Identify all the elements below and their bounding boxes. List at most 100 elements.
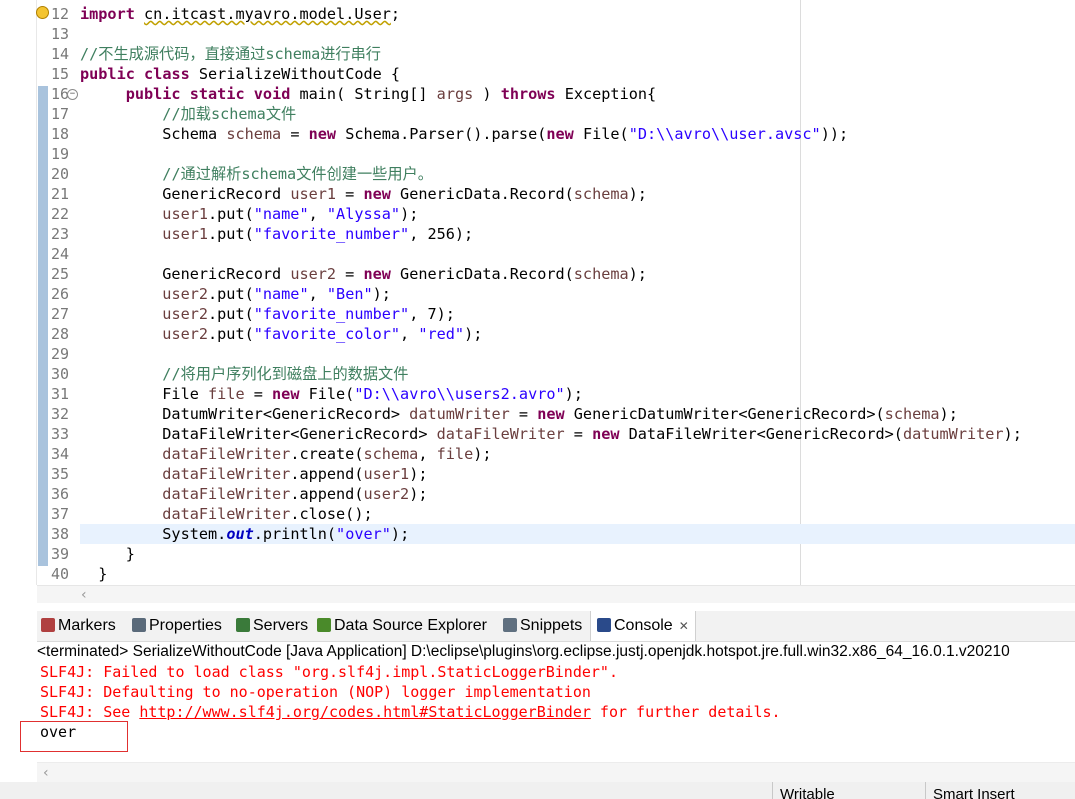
code-text: //将用户序列化到磁盘上的数据文件: [162, 365, 409, 383]
line-number: 30: [50, 365, 69, 383]
tab-data-source-explorer[interactable]: Data Source Explorer: [317, 611, 487, 641]
code-line[interactable]: 30 //将用户序列化到磁盘上的数据文件: [0, 364, 1075, 384]
code-text: //不生成源代码，直接通过schema进行串行: [80, 45, 381, 63]
code-line[interactable]: 18 Schema schema = new Schema.Parser().p…: [0, 124, 1075, 144]
code-text: System.out.println("over");: [80, 525, 410, 543]
code-text: user2.put("favorite_color", "red");: [162, 325, 483, 343]
code-line[interactable]: 37 dataFileWriter.close();: [0, 504, 1075, 524]
scroll-left-icon[interactable]: ‹: [43, 763, 49, 783]
code-line[interactable]: 24: [0, 244, 1075, 264]
code-line[interactable]: 19: [0, 144, 1075, 164]
code-line[interactable]: 20 //通过解析schema文件创建一些用户。: [0, 164, 1075, 184]
code-line[interactable]: 38 System.out.println("over");: [51, 524, 1075, 544]
code-line[interactable]: 26 user2.put("name", "Ben");: [0, 284, 1075, 304]
code-line[interactable]: 16 public static void main( String[] arg…: [0, 84, 1075, 104]
line-number: 26: [50, 285, 69, 303]
code-line[interactable]: 28 user2.put("favorite_color", "red");: [0, 324, 1075, 344]
code-text: import cn.itcast.myavro.model.User;: [80, 5, 401, 23]
tab-label: Servers: [253, 617, 309, 634]
tab-properties[interactable]: Properties: [132, 611, 222, 641]
code-text: public class SerializeWithoutCode {: [80, 65, 401, 83]
tab-console[interactable]: Console ✕: [590, 611, 696, 641]
bottom-panel-tabs: Markers Properties Servers Data Source Expl…: [37, 611, 1075, 642]
tab-label: Data Source Explorer: [334, 617, 487, 634]
code-line[interactable]: 36 dataFileWriter.append(user2);: [0, 484, 1075, 504]
line-number: 15: [50, 65, 69, 83]
status-insert-mode: Smart Insert: [925, 782, 1075, 799]
line-number: 24: [50, 245, 69, 263]
code-line[interactable]: 31 File file = new File("D:\\avro\\users…: [0, 384, 1075, 404]
line-number: 40: [50, 565, 69, 583]
data-source-icon: [317, 618, 331, 632]
line-number: 35: [50, 465, 69, 483]
code-text: public static void main( String[] args )…: [125, 85, 657, 103]
code-text: user1.put("name", "Alyssa");: [162, 205, 419, 223]
code-text: dataFileWriter.close();: [162, 505, 373, 523]
code-line[interactable]: 23 user1.put("favorite_number", 256);: [0, 224, 1075, 244]
editor-horizontal-scrollbar[interactable]: ‹: [37, 585, 1075, 604]
code-line[interactable]: 15 public class SerializeWithoutCode {: [0, 64, 1075, 84]
tab-markers[interactable]: Markers: [41, 611, 116, 641]
console-icon: [597, 618, 611, 632]
code-text: dataFileWriter.append(user2);: [162, 485, 428, 503]
line-number: 21: [50, 185, 69, 203]
scroll-left-icon[interactable]: ‹: [81, 586, 87, 604]
tab-label: Snippets: [520, 617, 583, 634]
fold-collapse-icon[interactable]: −: [67, 89, 78, 100]
line-number: 22: [50, 205, 69, 223]
code-line[interactable]: 33 DataFileWriter<GenericRecord> dataFil…: [0, 424, 1075, 444]
code-text: DataFileWriter<GenericRecord> dataFileWr…: [80, 425, 1022, 443]
code-editor[interactable]: 12 import cn.itcast.myavro.model.User; 13 1…: [0, 0, 1075, 585]
code-line[interactable]: 12 import cn.itcast.myavro.model.User;: [0, 4, 1075, 24]
code-text: File file = new File("D:\\avro\\users2.a…: [80, 385, 583, 403]
console-error-line: SLF4J: Failed to load class "org.slf4j.i…: [40, 663, 618, 681]
line-number: 34: [50, 445, 69, 463]
line-number: 13: [50, 25, 69, 43]
close-icon[interactable]: ✕: [679, 619, 689, 633]
code-line[interactable]: 29: [0, 344, 1075, 364]
warning-icon[interactable]: [36, 6, 49, 19]
code-text: GenericRecord user2 = new GenericData.Re…: [80, 265, 647, 283]
status-writable: Writable: [772, 782, 925, 799]
console-error-suffix: for further details.: [590, 703, 781, 721]
console-horizontal-scrollbar[interactable]: ‹: [37, 762, 1075, 783]
code-line[interactable]: 34 dataFileWriter.create(schema, file);: [0, 444, 1075, 464]
code-line[interactable]: 17 //加载schema文件: [0, 104, 1075, 124]
markers-icon: [41, 618, 55, 632]
line-number: 36: [50, 485, 69, 503]
code-line[interactable]: 14 //不生成源代码，直接通过schema进行串行: [0, 44, 1075, 64]
code-line[interactable]: 40 }: [0, 564, 1075, 584]
line-number: 33: [50, 425, 69, 443]
slf4j-link[interactable]: http://www.slf4j.org/codes.html#StaticLo…: [139, 703, 591, 721]
line-number: 32: [50, 405, 69, 423]
code-line[interactable]: 21 GenericRecord user1 = new GenericData…: [0, 184, 1075, 204]
servers-icon: [236, 618, 250, 632]
console-process-header: <terminated> SerializeWithoutCode [Java …: [37, 642, 1075, 662]
line-number: 12: [50, 5, 69, 23]
code-line[interactable]: 25 GenericRecord user2 = new GenericData…: [0, 264, 1075, 284]
code-line[interactable]: 22 user1.put("name", "Alyssa");: [0, 204, 1075, 224]
code-line[interactable]: 27 user2.put("favorite_number", 7);: [0, 304, 1075, 324]
line-number: 25: [50, 265, 69, 283]
code-line[interactable]: 13: [0, 24, 1075, 44]
line-number: 29: [50, 345, 69, 363]
status-bar: Writable Smart Insert: [0, 782, 1075, 799]
code-line[interactable]: 32 DatumWriter<GenericRecord> datumWrite…: [0, 404, 1075, 424]
panel-sash[interactable]: [0, 603, 1075, 610]
line-number: 18: [50, 125, 69, 143]
code-line[interactable]: 39 }: [0, 544, 1075, 564]
line-number: 17: [50, 105, 69, 123]
line-number: 14: [50, 45, 69, 63]
code-line[interactable]: 35 dataFileWriter.append(user1);: [0, 464, 1075, 484]
console-output[interactable]: SLF4J: Failed to load class "org.slf4j.i…: [37, 662, 1075, 762]
code-text: user2.put("favorite_number", 7);: [162, 305, 455, 323]
line-number: 39: [50, 545, 69, 563]
line-number: 23: [50, 225, 69, 243]
line-number: 38: [50, 525, 69, 543]
line-number: 28: [50, 325, 69, 343]
highlight-annotation-box: [20, 721, 128, 752]
tab-servers[interactable]: Servers: [236, 611, 308, 641]
code-text: GenericRecord user1 = new GenericData.Re…: [80, 185, 647, 203]
tab-snippets[interactable]: Snippets: [503, 611, 582, 641]
console-error-line: SLF4J: Defaulting to no-operation (NOP) …: [40, 683, 591, 701]
